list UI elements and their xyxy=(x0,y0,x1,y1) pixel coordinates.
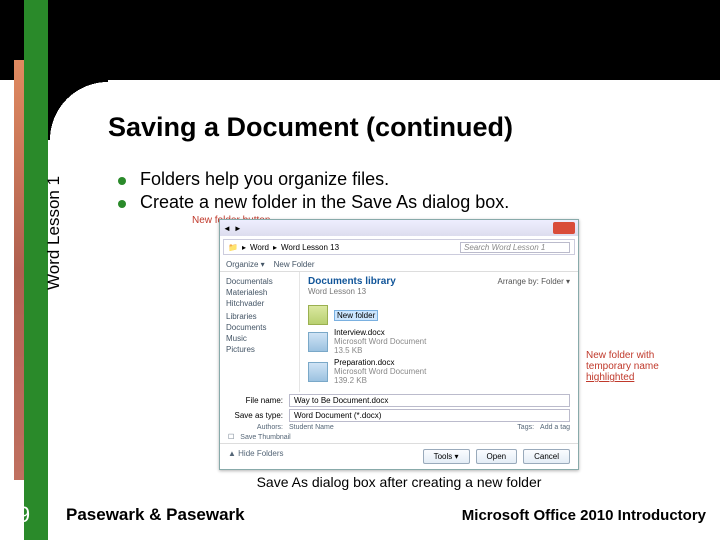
nav-item[interactable]: Music xyxy=(226,333,293,344)
folder-icon: 📁 xyxy=(228,243,238,252)
file-name: Interview.docx xyxy=(334,328,426,337)
list-item[interactable]: New folder xyxy=(308,305,570,325)
nav-item[interactable]: Pictures xyxy=(226,344,293,355)
new-folder-button[interactable]: New Folder xyxy=(274,260,315,269)
bullet-text: Folders help you organize files. xyxy=(140,169,389,190)
file-size: 13.5 KB xyxy=(334,346,426,355)
breadcrumb-part[interactable]: Word Lesson 13 xyxy=(281,243,339,252)
list-item[interactable]: Preparation.docx Microsoft Word Document… xyxy=(308,358,570,385)
authors-value[interactable]: Student Name xyxy=(289,424,334,431)
folder-icon xyxy=(308,305,328,325)
forward-icon[interactable]: ► xyxy=(234,224,242,233)
file-name: Preparation.docx xyxy=(334,358,426,367)
tools-button[interactable]: Tools ▾ xyxy=(423,449,470,464)
corner-curve xyxy=(48,80,108,140)
bullet-dot-icon xyxy=(118,177,126,185)
file-meta: Microsoft Word Document xyxy=(334,367,426,376)
document-icon xyxy=(308,332,328,352)
dialog-button-row: ▲ Hide Folders Tools ▾ Open Cancel xyxy=(220,443,578,469)
organize-menu[interactable]: Organize ▾ xyxy=(226,260,265,269)
savetype-select[interactable]: Word Document (*.docx) xyxy=(289,409,570,422)
slide-footer: 9 Pasewark & Pasewark Microsoft Office 2… xyxy=(0,490,720,540)
close-icon[interactable] xyxy=(553,222,575,234)
filename-input[interactable]: Way to Be Document.docx xyxy=(289,394,570,407)
dialog-file-list: Documents library Word Lesson 13 Arrange… xyxy=(300,272,578,392)
dialog-titlebar: ◄ ► xyxy=(220,220,578,236)
dialog-breadcrumb[interactable]: 📁 ▸ Word ▸ Word Lesson 13 Search Word Le… xyxy=(223,239,575,255)
open-button[interactable]: Open xyxy=(476,449,518,464)
page-number: 9 xyxy=(0,502,48,528)
authors-label: Authors: xyxy=(228,424,283,431)
filename-field: File name: Way to Be Document.docx xyxy=(228,394,570,407)
bullet-text: Create a new folder in the Save As dialo… xyxy=(140,192,509,213)
figure-caption: Save As dialog box after creating a new … xyxy=(108,474,690,490)
footer-left-text: Pasewark & Pasewark xyxy=(48,505,462,525)
bullet-item: Folders help you organize files. xyxy=(118,169,690,190)
back-icon[interactable]: ◄ xyxy=(223,224,231,233)
savetype-field: Save as type: Word Document (*.docx) xyxy=(228,409,570,422)
arrange-by-menu[interactable]: Arrange by: Folder ▾ xyxy=(498,277,571,286)
top-black-bar xyxy=(0,0,720,80)
nav-item[interactable]: Libraries xyxy=(226,311,293,322)
savetype-label: Save as type: xyxy=(228,411,283,420)
nav-item[interactable]: Materialesh xyxy=(226,287,293,298)
slide-body: Word Lesson 1 Saving a Document (continu… xyxy=(48,80,720,490)
file-size: 139.2 KB xyxy=(334,376,426,385)
tags-label: Tags: xyxy=(479,424,534,431)
bullet-list: Folders help you organize files. Create … xyxy=(118,169,690,213)
tags-value[interactable]: Add a tag xyxy=(540,424,570,431)
hide-folders-toggle[interactable]: ▲ Hide Folders xyxy=(228,449,284,464)
save-as-dialog: ◄ ► 📁 ▸ Word ▸ Word Lesson 13 Search Wor… xyxy=(219,219,579,470)
nav-item[interactable]: Documentals xyxy=(226,276,293,287)
annotation-highlighted-folder: New folder with temporary name highlight… xyxy=(586,350,678,383)
figure-container: New folder button ◄ ► 📁 ▸ Word ▸ Word Le… xyxy=(108,219,690,490)
save-thumbnail-checkbox[interactable]: Save Thumbnail xyxy=(240,434,290,441)
library-header: Documents library xyxy=(308,276,396,287)
list-item[interactable]: Interview.docx Microsoft Word Document 1… xyxy=(308,328,570,355)
nav-item[interactable]: Hitchvader xyxy=(226,298,293,309)
bullet-dot-icon xyxy=(118,200,126,208)
file-meta: Microsoft Word Document xyxy=(334,337,426,346)
new-folder-name-editing[interactable]: New folder xyxy=(334,310,378,321)
breadcrumb-part[interactable]: Word xyxy=(250,243,269,252)
footer-right-text: Microsoft Office 2010 Introductory xyxy=(462,507,720,524)
library-subheader: Word Lesson 13 xyxy=(308,287,396,296)
page-title: Saving a Document (continued) xyxy=(108,112,690,143)
nav-item[interactable]: Documents xyxy=(226,322,293,333)
filename-label: File name: xyxy=(228,396,283,405)
bullet-item: Create a new folder in the Save As dialo… xyxy=(118,192,690,213)
document-icon xyxy=(308,362,328,382)
dialog-toolbar: Organize ▾ New Folder xyxy=(220,258,578,272)
search-input[interactable]: Search Word Lesson 1 xyxy=(460,242,570,253)
cancel-button[interactable]: Cancel xyxy=(523,449,570,464)
vertical-section-label: Word Lesson 1 xyxy=(44,176,64,290)
dialog-nav-pane[interactable]: Documentals Materialesh Hitchvader Libra… xyxy=(220,272,300,392)
